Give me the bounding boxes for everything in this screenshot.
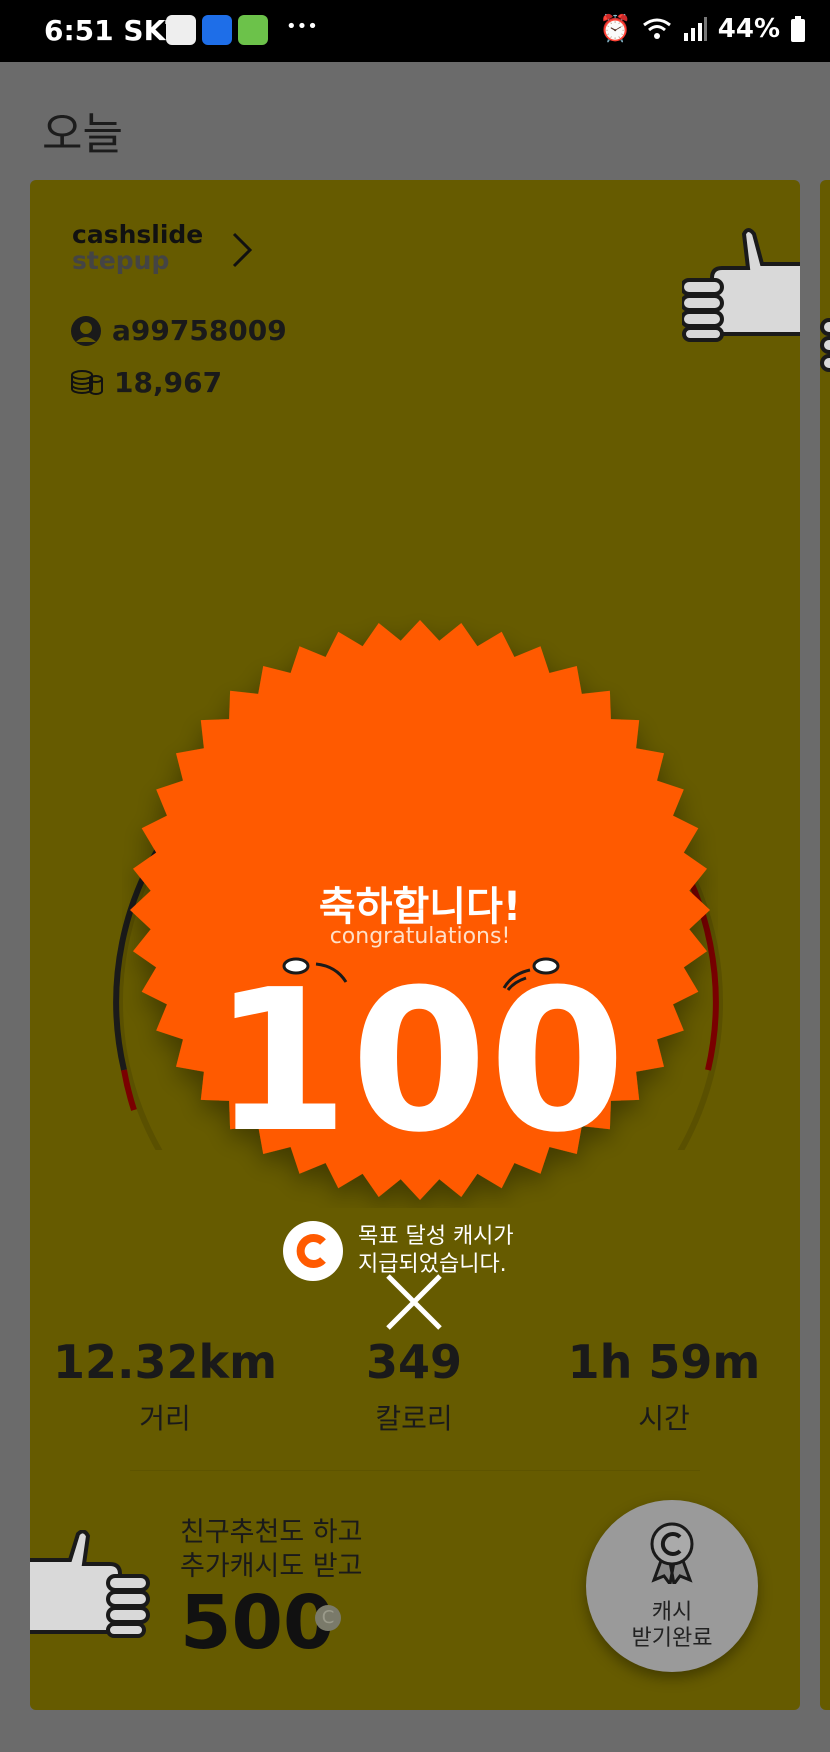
referral-promo-amount: 500	[180, 1580, 335, 1666]
stat-calories: 349 칼로리	[365, 1335, 463, 1435]
close-icon[interactable]	[382, 1270, 446, 1334]
divider	[130, 1470, 700, 1471]
signal-icon	[683, 17, 707, 41]
chevron-right-icon[interactable]	[230, 232, 254, 268]
reward-badge-content: 축하합니다! congratulations! 100 목표 달성 캐시가 지급…	[122, 612, 718, 1281]
battery-icon	[791, 16, 805, 42]
thumbs-up-icon	[820, 318, 830, 372]
thumbs-up-icon	[30, 1530, 150, 1638]
app-notification-icon	[166, 15, 196, 45]
cash-claim-button[interactable]: 캐시 받기완료	[586, 1500, 758, 1672]
wifi-icon	[642, 18, 671, 39]
cash-c-icon	[283, 1221, 343, 1281]
user-id-row: a99758009	[70, 314, 287, 347]
user-avatar-icon	[71, 315, 101, 346]
congrats-subtitle: congratulations!	[329, 924, 511, 949]
cash-c-icon: C	[315, 1605, 341, 1631]
cashslide-stepup-logo[interactable]: cashslide stepup	[72, 222, 203, 274]
status-time: 6:51 SKT	[44, 14, 185, 47]
stat-distance: 12.32km 거리	[52, 1335, 278, 1435]
more-notifications-icon: •••	[286, 16, 318, 37]
thumbs-up-icon	[682, 228, 800, 342]
user-id: a99758009	[112, 314, 287, 347]
next-card-peek[interactable]	[820, 180, 830, 1710]
referral-promo-text[interactable]: 친구추천도 하고 추가캐시도 받고	[180, 1516, 362, 1584]
stat-time: 1h 59m 시간	[567, 1335, 761, 1435]
bank-app-icon	[202, 15, 232, 45]
coin-stack-icon	[71, 369, 103, 395]
app-notification-icon	[238, 15, 268, 45]
coin-balance: 18,967	[114, 366, 223, 399]
status-bar: 6:51 SKT ••• ⏰ 44%	[0, 0, 830, 62]
page-title: 오늘	[42, 109, 123, 160]
coin-balance-row: 18,967	[70, 366, 222, 399]
status-indicators: ⏰ 44%	[599, 14, 806, 44]
battery-percent: 44%	[717, 14, 780, 44]
award-ribbon-icon	[650, 1522, 694, 1584]
reward-amount: 100	[212, 948, 628, 1176]
alarm-icon: ⏰	[599, 14, 632, 44]
stepup-card[interactable]: cashslide stepup a99758009 18,967 축하합니다!…	[30, 180, 800, 1710]
